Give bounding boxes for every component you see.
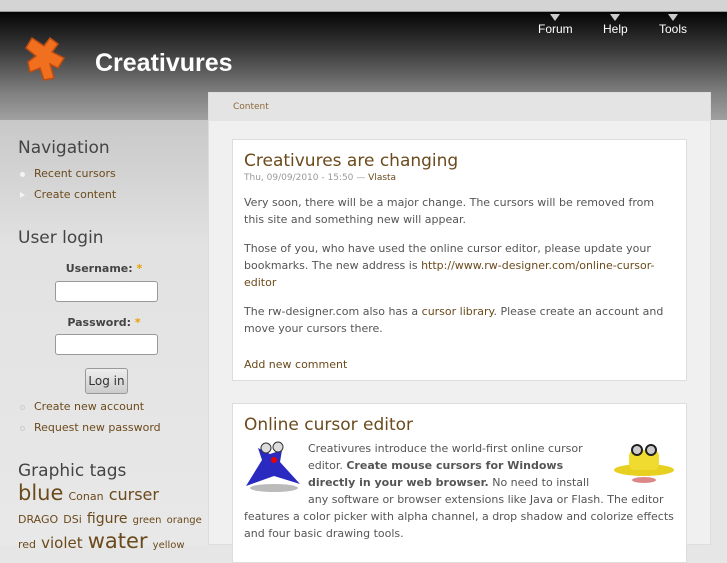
navigation-heading: Navigation — [18, 138, 110, 158]
username-input[interactable] — [55, 281, 158, 302]
bullet-icon — [20, 404, 25, 410]
graphic-tags-heading: Graphic tags — [18, 461, 127, 481]
tag-link[interactable]: DSi — [63, 513, 82, 526]
username-label: Username: * — [65, 262, 143, 275]
bullet-icon — [20, 171, 25, 177]
nav-label: Recent cursors — [34, 167, 116, 180]
post-title-link[interactable]: Creativures are changing — [244, 151, 458, 171]
topnav-label: Tools — [659, 22, 688, 36]
nav-create-content[interactable]: Create content — [20, 188, 116, 201]
user-login-heading: User login — [18, 228, 104, 248]
post-online-cursor-editor: Online cursor editor Creativures introdu… — [232, 403, 687, 563]
yellow-hat-cursor-icon — [614, 444, 674, 483]
password-input[interactable] — [55, 334, 158, 355]
post-paragraph: Creativures introduce the world-first on… — [244, 442, 674, 540]
tag-link[interactable]: DRAGO — [18, 513, 58, 526]
browser-top-strip — [0, 0, 727, 12]
site-name-link[interactable]: Creativures — [95, 49, 233, 78]
link-label: Request new password — [34, 421, 161, 434]
collapsed-arrow-icon — [20, 192, 25, 198]
topnav-forum[interactable]: Forum — [538, 14, 573, 36]
triangle-down-icon — [668, 14, 678, 21]
puzzle-logo-icon[interactable] — [24, 34, 70, 84]
post-meta: Thu, 09/09/2010 - 15:50 — Vlasta — [244, 173, 397, 183]
tag-link[interactable]: orange — [167, 515, 202, 526]
request-password-link[interactable]: Request new password — [20, 421, 161, 434]
tag-link[interactable]: blue — [18, 481, 63, 505]
tag-link[interactable]: yellow — [153, 540, 185, 551]
post-paragraph: Very soon, there will be a major change.… — [244, 196, 655, 226]
tag-link[interactable]: Conan — [69, 490, 104, 503]
topnav-label: Help — [603, 22, 628, 36]
blue-creature-cursor-icon — [246, 441, 300, 492]
bullet-icon — [20, 425, 25, 431]
tag-cloud: blue Conan curser DRAGO DSi figure green… — [18, 483, 203, 556]
author-link[interactable]: Vlasta — [368, 173, 396, 183]
post-title-link[interactable]: Online cursor editor — [244, 415, 413, 435]
topnav-help[interactable]: Help — [603, 14, 628, 36]
triangle-down-icon — [550, 14, 561, 21]
topnav-tools[interactable]: Tools — [659, 14, 687, 36]
login-button[interactable]: Log in — [85, 368, 128, 394]
main-content: Content Creativures are changing Thu, 09… — [208, 92, 711, 563]
tag-link[interactable]: curser — [109, 485, 159, 504]
link-label: Create new account — [34, 400, 145, 413]
nav-label: Create content — [34, 188, 117, 201]
triangle-down-icon — [610, 14, 621, 21]
post-paragraph: Those of you, who have used the online c… — [244, 242, 655, 289]
post-creativures-changing: Creativures are changing Thu, 09/09/2010… — [232, 139, 687, 381]
tag-link[interactable]: water — [88, 529, 148, 553]
tag-link[interactable]: violet — [41, 534, 83, 552]
cursor-library-link[interactable]: cursor library — [422, 305, 494, 318]
post-paragraph: The rw-designer.com also has a cursor li… — [244, 305, 664, 335]
tag-link[interactable]: figure — [87, 511, 128, 527]
password-label: Password: * — [67, 316, 141, 329]
create-account-link[interactable]: Create new account — [20, 400, 144, 413]
tag-link[interactable]: green — [133, 515, 162, 526]
breadcrumb: Content — [209, 93, 710, 121]
topnav-label: Forum — [538, 22, 573, 36]
nav-recent-cursors[interactable]: Recent cursors — [20, 167, 116, 180]
add-comment-link[interactable]: Add new comment — [244, 358, 347, 371]
